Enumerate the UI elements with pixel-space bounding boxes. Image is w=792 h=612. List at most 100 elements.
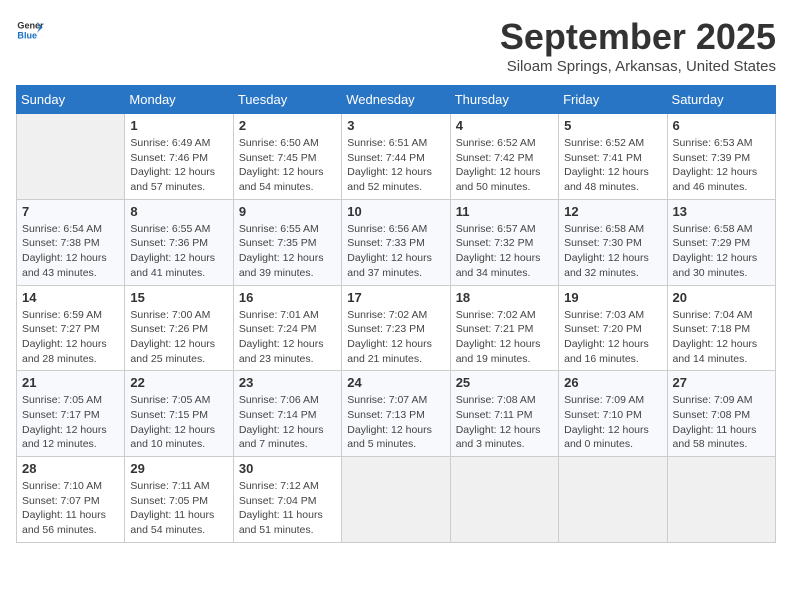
day-info: Sunrise: 7:09 AM Sunset: 7:10 PM Dayligh…: [564, 393, 661, 452]
day-info: Sunrise: 6:55 AM Sunset: 7:35 PM Dayligh…: [239, 222, 336, 281]
day-info: Sunrise: 6:58 AM Sunset: 7:29 PM Dayligh…: [673, 222, 770, 281]
day-info: Sunrise: 7:05 AM Sunset: 7:15 PM Dayligh…: [130, 393, 227, 452]
day-cell: 28Sunrise: 7:10 AM Sunset: 7:07 PM Dayli…: [17, 457, 125, 543]
month-title: September 2025: [500, 16, 776, 58]
day-info: Sunrise: 7:01 AM Sunset: 7:24 PM Dayligh…: [239, 308, 336, 367]
day-number: 4: [456, 118, 553, 133]
col-header-saturday: Saturday: [667, 86, 775, 114]
day-number: 7: [22, 204, 119, 219]
day-number: 11: [456, 204, 553, 219]
day-cell: 26 Sunrise: 7:09 AM Sunset: 7:10 PM Dayli…: [559, 371, 667, 457]
day-cell: 3 Sunrise: 6:51 AM Sunset: 7:44 PM Daylig…: [342, 114, 450, 200]
day-info: Sunrise: 7:00 AM Sunset: 7:26 PM Dayligh…: [130, 308, 227, 367]
week-row-5: 28Sunrise: 7:10 AM Sunset: 7:07 PM Dayli…: [17, 457, 776, 543]
day-number: 18: [456, 290, 553, 305]
day-info: Sunrise: 6:56 AM Sunset: 7:33 PM Dayligh…: [347, 222, 444, 281]
day-number: 24: [347, 375, 444, 390]
day-cell: [559, 457, 667, 543]
logo: General Blue: [16, 16, 44, 44]
day-info: Sunrise: 7:07 AM Sunset: 7:13 PM Dayligh…: [347, 393, 444, 452]
day-cell: 10 Sunrise: 6:56 AM Sunset: 7:33 PM Dayli…: [342, 199, 450, 285]
day-number: 5: [564, 118, 661, 133]
day-info: Sunrise: 6:58 AM Sunset: 7:30 PM Dayligh…: [564, 222, 661, 281]
day-info: Sunrise: 7:06 AM Sunset: 7:14 PM Dayligh…: [239, 393, 336, 452]
day-number: 8: [130, 204, 227, 219]
calendar-table: SundayMondayTuesdayWednesdayThursdayFrid…: [16, 85, 776, 543]
day-info: Sunrise: 7:04 AM Sunset: 7:18 PM Dayligh…: [673, 308, 770, 367]
day-number: 28: [22, 461, 119, 476]
day-cell: [450, 457, 558, 543]
day-number: 14: [22, 290, 119, 305]
day-cell: 17 Sunrise: 7:02 AM Sunset: 7:23 PM Dayli…: [342, 285, 450, 371]
day-cell: 12 Sunrise: 6:58 AM Sunset: 7:30 PM Dayli…: [559, 199, 667, 285]
svg-text:Blue: Blue: [17, 30, 37, 40]
calendar-body: 1Sunrise: 6:49 AM Sunset: 7:46 PM Daylig…: [17, 114, 776, 543]
day-number: 27: [673, 375, 770, 390]
day-info: Sunrise: 6:51 AM Sunset: 7:44 PM Dayligh…: [347, 136, 444, 195]
day-cell: 4Sunrise: 6:52 AM Sunset: 7:42 PM Daylig…: [450, 114, 558, 200]
day-number: 19: [564, 290, 661, 305]
day-number: 20: [673, 290, 770, 305]
week-row-1: 1Sunrise: 6:49 AM Sunset: 7:46 PM Daylig…: [17, 114, 776, 200]
day-number: 12: [564, 204, 661, 219]
day-cell: 5 Sunrise: 6:52 AM Sunset: 7:41 PM Daylig…: [559, 114, 667, 200]
col-header-sunday: Sunday: [17, 86, 125, 114]
day-cell: 18 Sunrise: 7:02 AM Sunset: 7:21 PM Dayli…: [450, 285, 558, 371]
day-info: Sunrise: 6:59 AM Sunset: 7:27 PM Dayligh…: [22, 308, 119, 367]
day-number: 29: [130, 461, 227, 476]
day-number: 13: [673, 204, 770, 219]
day-info: Sunrise: 6:57 AM Sunset: 7:32 PM Dayligh…: [456, 222, 553, 281]
day-number: 17: [347, 290, 444, 305]
day-cell: [17, 114, 125, 200]
day-number: 21: [22, 375, 119, 390]
day-info: Sunrise: 7:02 AM Sunset: 7:21 PM Dayligh…: [456, 308, 553, 367]
day-cell: 11 Sunrise: 6:57 AM Sunset: 7:32 PM Dayli…: [450, 199, 558, 285]
day-number: 26: [564, 375, 661, 390]
day-number: 9: [239, 204, 336, 219]
day-number: 3: [347, 118, 444, 133]
day-info: Sunrise: 7:05 AM Sunset: 7:17 PM Dayligh…: [22, 393, 119, 452]
col-header-friday: Friday: [559, 86, 667, 114]
day-cell: 7 Sunrise: 6:54 AM Sunset: 7:38 PM Daylig…: [17, 199, 125, 285]
page-header: General Blue September 2025 Siloam Sprin…: [16, 16, 776, 75]
day-info: Sunrise: 6:49 AM Sunset: 7:46 PM Dayligh…: [130, 136, 227, 195]
column-headers: SundayMondayTuesdayWednesdayThursdayFrid…: [17, 86, 776, 114]
day-cell: 1Sunrise: 6:49 AM Sunset: 7:46 PM Daylig…: [125, 114, 233, 200]
day-number: 22: [130, 375, 227, 390]
day-cell: 16 Sunrise: 7:01 AM Sunset: 7:24 PM Dayli…: [233, 285, 341, 371]
day-info: Sunrise: 7:08 AM Sunset: 7:11 PM Dayligh…: [456, 393, 553, 452]
day-cell: 14 Sunrise: 6:59 AM Sunset: 7:27 PM Dayli…: [17, 285, 125, 371]
day-cell: 30 Sunrise: 7:12 AM Sunset: 7:04 PM Dayli…: [233, 457, 341, 543]
day-info: Sunrise: 6:52 AM Sunset: 7:41 PM Dayligh…: [564, 136, 661, 195]
day-cell: [342, 457, 450, 543]
day-info: Sunrise: 7:02 AM Sunset: 7:23 PM Dayligh…: [347, 308, 444, 367]
col-header-thursday: Thursday: [450, 86, 558, 114]
day-cell: 19 Sunrise: 7:03 AM Sunset: 7:20 PM Dayli…: [559, 285, 667, 371]
day-cell: 9 Sunrise: 6:55 AM Sunset: 7:35 PM Daylig…: [233, 199, 341, 285]
day-info: Sunrise: 6:54 AM Sunset: 7:38 PM Dayligh…: [22, 222, 119, 281]
week-row-2: 7 Sunrise: 6:54 AM Sunset: 7:38 PM Daylig…: [17, 199, 776, 285]
day-info: Sunrise: 7:03 AM Sunset: 7:20 PM Dayligh…: [564, 308, 661, 367]
title-block: September 2025 Siloam Springs, Arkansas,…: [500, 16, 776, 75]
logo-icon: General Blue: [16, 16, 44, 44]
day-cell: 6Sunrise: 6:53 AM Sunset: 7:39 PM Daylig…: [667, 114, 775, 200]
day-number: 25: [456, 375, 553, 390]
day-cell: 21 Sunrise: 7:05 AM Sunset: 7:17 PM Dayli…: [17, 371, 125, 457]
day-cell: 27 Sunrise: 7:09 AM Sunset: 7:08 PM Dayli…: [667, 371, 775, 457]
day-number: 16: [239, 290, 336, 305]
day-cell: 20 Sunrise: 7:04 AM Sunset: 7:18 PM Dayli…: [667, 285, 775, 371]
day-info: Sunrise: 7:12 AM Sunset: 7:04 PM Dayligh…: [239, 479, 336, 538]
day-number: 2: [239, 118, 336, 133]
day-number: 30: [239, 461, 336, 476]
day-number: 10: [347, 204, 444, 219]
day-info: Sunrise: 7:09 AM Sunset: 7:08 PM Dayligh…: [673, 393, 770, 452]
day-cell: [667, 457, 775, 543]
day-cell: 23 Sunrise: 7:06 AM Sunset: 7:14 PM Dayli…: [233, 371, 341, 457]
day-cell: 25 Sunrise: 7:08 AM Sunset: 7:11 PM Dayli…: [450, 371, 558, 457]
day-info: Sunrise: 6:53 AM Sunset: 7:39 PM Dayligh…: [673, 136, 770, 195]
day-info: Sunrise: 6:55 AM Sunset: 7:36 PM Dayligh…: [130, 222, 227, 281]
col-header-wednesday: Wednesday: [342, 86, 450, 114]
day-cell: 8 Sunrise: 6:55 AM Sunset: 7:36 PM Daylig…: [125, 199, 233, 285]
day-number: 23: [239, 375, 336, 390]
location: Siloam Springs, Arkansas, United States: [500, 58, 776, 75]
